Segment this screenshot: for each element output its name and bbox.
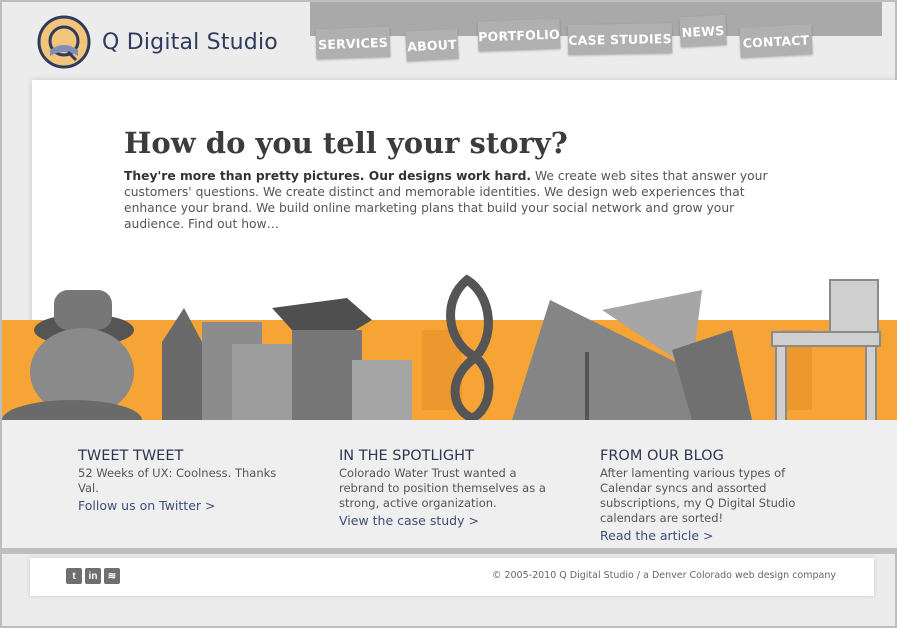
page-frame: Q Digital Studio SERVICES ABOUT PORTFOLI… bbox=[0, 0, 897, 628]
feature-text: After lamenting various types of Calenda… bbox=[600, 466, 796, 525]
feature-title: TWEET TWEET bbox=[78, 448, 184, 464]
feature-title: FROM OUR BLOG bbox=[600, 448, 724, 464]
feature-columns: TWEET TWEET 52 Weeks of UX: Coolness. Th… bbox=[2, 420, 897, 550]
rss-icon[interactable]: ≋ bbox=[104, 568, 120, 584]
nav-contact[interactable]: CONTACT bbox=[739, 24, 813, 58]
q-logo-icon bbox=[37, 15, 91, 69]
feature-spotlight: IN THE SPOTLIGHT Colorado Water Trust wa… bbox=[339, 448, 549, 530]
main-nav: SERVICES ABOUT PORTFOLIO CASE STUDIES NE… bbox=[310, 2, 882, 66]
nav-portfolio[interactable]: PORTFOLIO bbox=[477, 18, 561, 52]
brand-name: Q Digital Studio bbox=[102, 29, 278, 55]
twitter-icon[interactable]: t bbox=[66, 568, 82, 584]
nav-services[interactable]: SERVICES bbox=[315, 26, 391, 60]
logo[interactable]: Q Digital Studio bbox=[36, 14, 278, 70]
case-study-link[interactable]: View the case study > bbox=[339, 513, 479, 528]
denver-landmarks-illustration bbox=[2, 274, 881, 422]
hero-intro-bold: They're more than pretty pictures. Our d… bbox=[124, 169, 532, 183]
bronze-statue bbox=[2, 290, 142, 422]
copyright-text: © 2005-2010 Q Digital Studio / a Denver … bbox=[491, 570, 836, 581]
hero-headline: How do you tell your story? bbox=[124, 126, 568, 160]
hero-intro: They're more than pretty pictures. Our d… bbox=[124, 168, 784, 232]
read-article-link[interactable]: Read the article > bbox=[600, 528, 714, 543]
feature-tweet: TWEET TWEET 52 Weeks of UX: Coolness. Th… bbox=[78, 448, 288, 515]
feature-text: 52 Weeks of UX: Coolness. Thanks Val. bbox=[78, 466, 277, 495]
feature-text: Colorado Water Trust wanted a rebrand to… bbox=[339, 466, 546, 510]
footer: t in ≋ © 2005-2010 Q Digital Studio / a … bbox=[30, 558, 874, 596]
nav-case-studies[interactable]: CASE STUDIES bbox=[567, 23, 673, 55]
art-museum bbox=[512, 290, 752, 420]
linkedin-icon[interactable]: in bbox=[85, 568, 101, 584]
follow-twitter-link[interactable]: Follow us on Twitter > bbox=[78, 498, 215, 513]
buildings bbox=[162, 298, 412, 420]
social-links: t in ≋ bbox=[66, 568, 120, 584]
feature-blog: FROM OUR BLOG After lamenting various ty… bbox=[600, 448, 810, 545]
nav-news[interactable]: NEWS bbox=[679, 14, 727, 48]
nav-about[interactable]: ABOUT bbox=[405, 28, 459, 62]
feature-title: IN THE SPOTLIGHT bbox=[339, 448, 474, 464]
section-divider bbox=[2, 548, 897, 554]
